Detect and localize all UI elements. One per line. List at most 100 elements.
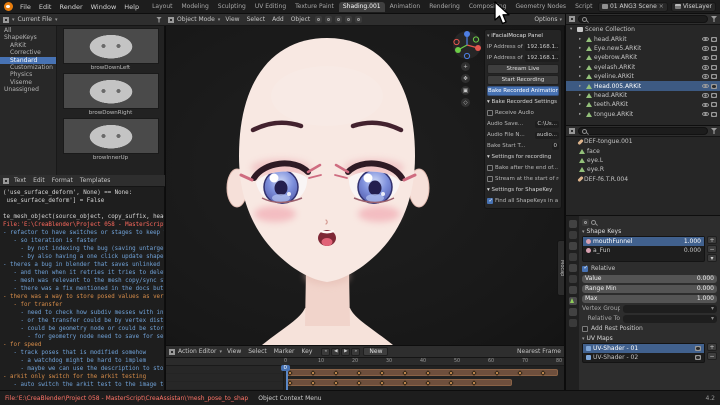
disclosure-triangle-icon[interactable]: ▸ [579, 46, 584, 51]
asset-category-standard[interactable]: Standard [0, 56, 56, 64]
workspace-tab-shading-001[interactable]: Shading.001 [338, 1, 385, 12]
stream-live-button[interactable]: Stream Live [487, 64, 559, 74]
hide-in-viewport-icon[interactable] [702, 111, 709, 117]
text-editor[interactable]: ('use_surface_deform', None) == None: us… [0, 187, 165, 390]
snap-mode-dropdown[interactable]: Nearest Frame [517, 348, 561, 355]
outliner-editor-icon[interactable] [569, 16, 575, 22]
disable-in-render-icon[interactable] [710, 83, 717, 89]
filter-icon[interactable] [156, 16, 162, 23]
disclosure-triangle-icon[interactable]: ▸ [579, 74, 584, 79]
disclosure-triangle-icon[interactable]: ▸ [579, 65, 584, 70]
field-value[interactable]: C:\Us... [535, 120, 559, 128]
workspace-tab-texture-paint[interactable]: Texture Paint [291, 2, 338, 12]
menu-edit[interactable]: Edit [31, 177, 47, 184]
search-icon[interactable] [591, 220, 596, 225]
options-dropdown[interactable]: Options ▾ [534, 16, 562, 23]
jump-to-end-button[interactable]: » [351, 347, 361, 356]
field-value[interactable]: audio... [534, 131, 559, 139]
menu-view[interactable]: View [223, 16, 241, 23]
asset-source-dropdown[interactable]: Current File [18, 16, 52, 23]
shape-key-row-mouthfunnel[interactable]: mouthFunnel 1.000 [583, 237, 704, 246]
disable-in-render-icon[interactable] [710, 74, 717, 80]
hide-in-viewport-icon[interactable] [702, 83, 709, 89]
channel-row[interactable] [166, 382, 283, 390]
properties-tab-4[interactable] [568, 264, 577, 272]
shape-key-row-a-fun[interactable]: a_Fun 0.000 [583, 246, 704, 255]
data-item-def-tongue-001[interactable]: DEF-tongue.001 [566, 137, 720, 146]
asset-thumbnail[interactable]: browInnerUp [62, 118, 159, 162]
keyframe-channel-bar[interactable] [286, 379, 512, 386]
checkbox-stream-at-the-start-of-rec[interactable] [487, 176, 493, 182]
data-item-eye-r[interactable]: eye.R [566, 165, 720, 174]
3d-viewport[interactable]: + ✥ ▣ ◇ ▾ iFacialMocap Panel IP Address … [165, 26, 565, 345]
proportional-edit-icon[interactable] [335, 16, 343, 23]
checkbox-receive-audio[interactable] [487, 110, 493, 116]
shape-keys-section-header[interactable]: ▾ Shape Keys [582, 228, 717, 236]
workspace-tab-modeling[interactable]: Modeling [178, 2, 213, 12]
relative-checkbox[interactable] [582, 265, 588, 272]
outliner-item-tongue-arkit[interactable]: ▸ tongue.ARKit [566, 110, 720, 119]
panel-section-bake-recorded-settings[interactable]: ▾ Bake Recorded Settings [487, 97, 559, 107]
properties-tab-3[interactable] [568, 253, 577, 261]
disclosure-triangle-icon[interactable]: ▸ [579, 102, 584, 107]
value-slider[interactable]: Max 1.000 [582, 294, 717, 303]
panel-title[interactable]: ▾ iFacialMocap Panel [487, 32, 559, 41]
unlink-scene-icon[interactable]: × [659, 3, 664, 10]
disclosure-triangle-icon[interactable]: ▸ [579, 55, 584, 60]
workspace-tab-scripting[interactable]: Scripting [571, 2, 593, 12]
add-rest-position-checkbox[interactable] [582, 325, 588, 332]
menu-file[interactable]: File [16, 3, 35, 11]
asset-category-customization[interactable]: Customization [0, 64, 56, 71]
blender-logo-icon[interactable] [4, 2, 13, 11]
hide-in-viewport-icon[interactable] [702, 102, 709, 108]
properties-tab-0[interactable] [568, 220, 577, 228]
data-item-def-f6-t-r-004[interactable]: DEF-f6.T.R.004 [566, 175, 720, 184]
jump-to-start-button[interactable]: « [321, 347, 331, 356]
outliner-search-input[interactable] [578, 15, 708, 23]
viewport-shading-icon[interactable] [355, 16, 363, 23]
current-frame-indicator[interactable]: 0 [281, 365, 290, 371]
hide-in-viewport-icon[interactable] [702, 74, 709, 79]
workspace-tab-layout[interactable]: Layout [148, 2, 176, 12]
disclosure-triangle-icon[interactable]: ▸ [579, 112, 584, 117]
properties-tab-7[interactable] [568, 297, 577, 305]
menu-text[interactable]: Text [12, 177, 28, 184]
outliner-item-eyelash-arkit[interactable]: ▸ eyelash.ARKit [566, 63, 720, 72]
disclosure-triangle-icon[interactable]: ▸ [579, 84, 584, 89]
hide-in-viewport-icon[interactable] [702, 46, 709, 51]
asset-category-unassigned[interactable]: Unassigned [0, 86, 56, 93]
menu-templates[interactable]: Templates [78, 177, 113, 184]
panel-section-settings-for-recording[interactable]: ▾ Settings for recording [487, 152, 559, 162]
navigation-gizmo[interactable] [452, 30, 482, 62]
hide-in-viewport-icon[interactable] [702, 65, 709, 70]
shape-key-specials-button[interactable]: ▾ [707, 254, 717, 262]
dope-sheet-editor-icon[interactable] [169, 348, 175, 355]
checkbox-bake-after-the-end-of[interactable] [487, 165, 493, 171]
disclosure-triangle-icon[interactable]: ▾ [570, 27, 575, 32]
hide-in-viewport-icon[interactable] [702, 93, 709, 98]
disclosure-triangle-icon[interactable]: ▾ [487, 33, 490, 39]
value-slider[interactable]: Range Min 0.000 [582, 284, 717, 293]
disclosure-triangle-icon[interactable]: ▸ [579, 37, 584, 42]
menu-add[interactable]: Add [270, 16, 286, 23]
data-search-input[interactable] [578, 127, 708, 135]
disable-in-render-icon[interactable] [710, 45, 717, 51]
channel-row[interactable] [166, 366, 283, 374]
data-item-eye-l[interactable]: eye.L [566, 156, 720, 165]
hide-in-viewport-icon[interactable] [702, 36, 709, 42]
properties-tab-1[interactable] [568, 231, 577, 239]
play-reverse-button[interactable]: ◀ [331, 347, 341, 356]
timeline-ruler[interactable]: 0 10 20 30 40 50 60 70 80 [166, 358, 564, 366]
add-uv-map-button[interactable]: + [707, 343, 717, 351]
menu-view[interactable]: View [225, 348, 243, 355]
outliner-item-head-005-arkit[interactable]: ▸ Head.005.ARKit [566, 81, 720, 91]
render-camera-icon[interactable] [694, 355, 701, 360]
text-editor-icon[interactable] [3, 177, 9, 184]
camera-view-icon[interactable]: ▣ [461, 86, 470, 95]
menu-edit[interactable]: Edit [35, 3, 56, 11]
remove-uv-map-button[interactable]: − [707, 352, 717, 360]
overlays-icon[interactable] [345, 16, 353, 23]
new-action-button[interactable]: New [363, 347, 389, 356]
asset-category-corrective[interactable]: Corrective [0, 49, 56, 56]
dope-sheet-mode-dropdown[interactable]: Action Editor [178, 348, 216, 355]
